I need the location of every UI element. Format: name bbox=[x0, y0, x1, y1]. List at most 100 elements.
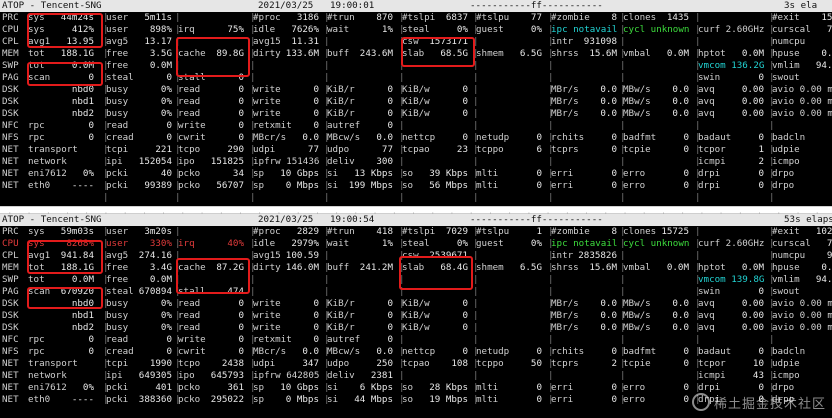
atop-header: ATOP - Tencent-SNG 2021/03/25 19:00:01 ----… bbox=[0, 0, 832, 12]
metric-label: #tslpu bbox=[476, 226, 510, 237]
metric-label: write bbox=[253, 298, 281, 309]
metric-cell: nettcp 0 bbox=[402, 132, 468, 144]
metric-cell: KiB/w 0 bbox=[402, 298, 468, 310]
row-tag: SWP bbox=[2, 274, 19, 285]
row-tag: CPU bbox=[2, 238, 19, 249]
metric-label: scan bbox=[28, 286, 51, 297]
metric-value: 931098 bbox=[583, 36, 617, 47]
metric-label: tcpie bbox=[623, 358, 651, 369]
metric-cell: KiB/w 0 bbox=[402, 322, 468, 334]
metric-label: transport bbox=[28, 144, 78, 155]
metric-value: 0 Mbps bbox=[285, 394, 319, 405]
metric-value: 0 bbox=[387, 310, 393, 321]
metric-label: cwrit bbox=[178, 132, 206, 143]
metric-value: 0 bbox=[313, 310, 319, 321]
metric-value: 28 Kbps bbox=[429, 382, 468, 393]
metric-cell: sp 0 Mbps bbox=[253, 394, 319, 406]
metric-label: swin bbox=[698, 72, 721, 83]
metric-cell bbox=[327, 36, 393, 48]
metric-value: 0 bbox=[387, 84, 393, 95]
metric-cell: nbd2 bbox=[28, 108, 94, 120]
metric-value: 0 bbox=[683, 394, 689, 405]
metric-label: #tslpi bbox=[402, 226, 436, 237]
metric-value: 0% bbox=[456, 238, 468, 249]
metric-cell: MBw/s 0.0 bbox=[623, 322, 689, 334]
metric-value: 10 Gbps bbox=[280, 168, 319, 179]
metric-cell: #exit 153 bbox=[772, 12, 832, 24]
metric-value: 0 bbox=[758, 286, 764, 297]
metric-label: ipi bbox=[106, 370, 123, 381]
metric-label: curf 2.60GHz bbox=[698, 24, 765, 35]
metric-cell: KiB/w 0 bbox=[402, 84, 468, 96]
metric-cell: erro 0 bbox=[623, 180, 689, 192]
metric-label: avq bbox=[698, 322, 715, 333]
metric-cell: clones 1435 bbox=[623, 12, 689, 24]
metric-value: 6837 bbox=[445, 12, 468, 23]
metric-value: 0 bbox=[238, 84, 244, 95]
metric-label: autref bbox=[327, 120, 361, 131]
metric-cell: tcpao 23 bbox=[402, 144, 468, 156]
metric-cell: avq 0.00 bbox=[698, 84, 764, 96]
row-tag: NFS bbox=[2, 346, 19, 357]
metric-cell bbox=[623, 334, 689, 346]
metric-value: 0 bbox=[88, 132, 94, 143]
metric-label: avio 0.00 m bbox=[772, 298, 832, 309]
metric-cell: avg1 941.84 bbox=[28, 250, 94, 262]
metric-label: busy bbox=[106, 310, 129, 321]
metric-label: icmpi bbox=[698, 370, 726, 381]
metric-value: 0.00 bbox=[741, 322, 764, 333]
metric-cell: write 0 bbox=[253, 322, 319, 334]
metric-label: sys bbox=[28, 226, 45, 237]
metric-label: MBw/s bbox=[623, 96, 651, 107]
metric-label: swout bbox=[772, 72, 800, 83]
metric-cell bbox=[623, 60, 689, 72]
metric-label: avg1 bbox=[28, 36, 51, 47]
metric-value: 133.6M bbox=[285, 48, 319, 59]
metric-value: 68.4G bbox=[440, 262, 468, 273]
metric-label: icmpo bbox=[772, 156, 800, 167]
metric-label: pcki bbox=[106, 180, 129, 191]
metric-value: 0% bbox=[160, 298, 172, 309]
metric-value: 941.84 bbox=[60, 250, 94, 261]
metric-label: tcprs bbox=[551, 358, 579, 369]
atop-panel-before: ATOP - Tencent-SNG 2021/03/25 19:00:01 ----… bbox=[0, 0, 832, 206]
metric-value: 0 bbox=[238, 322, 244, 333]
metric-label: so bbox=[402, 180, 414, 191]
metric-cell: KiB/w 0 bbox=[402, 96, 468, 108]
metric-cell: cwrit 0 bbox=[178, 132, 244, 144]
metric-label: mlti bbox=[476, 180, 499, 191]
metric-cell: eth0 ---- bbox=[28, 180, 94, 192]
metric-label: MBcr/s bbox=[253, 346, 287, 357]
metric-cell bbox=[402, 156, 468, 168]
metric-cell: #zombie 8 bbox=[551, 226, 617, 238]
metric-label: idle bbox=[253, 238, 276, 249]
metric-value: 7029 bbox=[445, 226, 468, 237]
atop-row-prc: PRC | | | | | | | | | | sys 44m24s user 5m11s #proc 3186… bbox=[0, 12, 832, 24]
metric-value: 412% bbox=[71, 24, 94, 35]
metric-label: busy bbox=[106, 322, 129, 333]
metric-cell: steal 0 bbox=[106, 72, 172, 84]
atop-row-pag: PAG | | | | | | | | | | scan 0 steal 0 stall 0 swin 0 swout bbox=[0, 72, 832, 84]
metric-value: 2 bbox=[611, 358, 617, 369]
metric-value: 0.0M bbox=[149, 60, 172, 71]
metric-value: 0 bbox=[611, 346, 617, 357]
metric-cell: tcppo 6 bbox=[476, 144, 542, 156]
metric-cell: tcpor 10 bbox=[698, 358, 764, 370]
metric-cell: ipo 645793 bbox=[178, 370, 244, 382]
metric-value: 151825 bbox=[210, 156, 244, 167]
metric-label: buff bbox=[327, 262, 350, 273]
metric-cell: free 3.5G bbox=[106, 48, 172, 60]
metric-label: sys bbox=[28, 24, 45, 35]
metric-cell: cread 0 bbox=[106, 132, 172, 144]
metric-label: MBw/s bbox=[623, 84, 651, 95]
atop-row-dsk: DSK | | | | | | | | | | nbd1 busy 0% read 0 write 0 KiB/r 0… bbox=[0, 96, 832, 108]
row-tag: DSK bbox=[2, 96, 19, 107]
metric-label: autref bbox=[327, 334, 361, 345]
metric-cell bbox=[476, 156, 542, 168]
row-tag: NFC bbox=[2, 120, 19, 131]
metric-label: wait bbox=[327, 24, 350, 35]
metric-label: tot bbox=[28, 274, 45, 285]
metric-cell: swout bbox=[772, 286, 832, 298]
metric-label: network bbox=[28, 370, 67, 381]
metric-value: 0 bbox=[313, 322, 319, 333]
